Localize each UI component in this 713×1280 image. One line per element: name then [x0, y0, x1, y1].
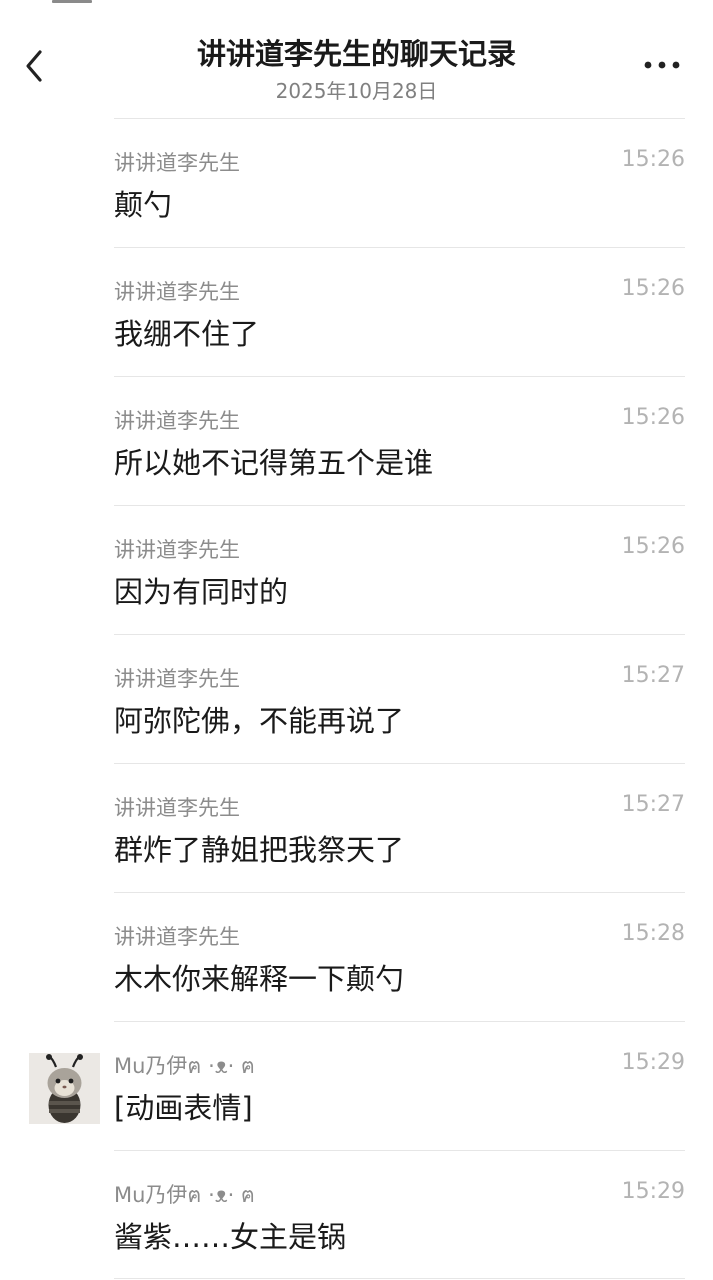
- divider: [114, 118, 685, 119]
- message-row[interactable]: 讲讲道李先生 15:26 因为有同时的: [0, 505, 713, 634]
- message-text: 我绷不住了: [114, 317, 260, 351]
- message-time: 15:29: [621, 1179, 685, 1204]
- message-time: 15:27: [621, 792, 685, 817]
- page-title: 讲讲道李先生的聊天记录: [196, 37, 516, 71]
- message-list: 讲讲道李先生 15:26 颠勺 讲讲道李先生 15:26 我绷不住了 讲讲道李先…: [0, 118, 713, 1279]
- message-text: [动画表情]: [114, 1091, 253, 1125]
- more-options-button[interactable]: [640, 50, 686, 80]
- divider: [114, 247, 685, 248]
- sender-name: 讲讲道李先生: [114, 796, 240, 820]
- message-time: 15:26: [621, 405, 685, 430]
- bee-costume-cat-avatar: [29, 1053, 100, 1124]
- message-time: 15:28: [621, 921, 685, 946]
- message-text: 酱紫……女主是锅: [114, 1220, 347, 1254]
- message-time: 15:29: [621, 1050, 685, 1075]
- message-row[interactable]: 讲讲道李先生 15:27 阿弥陀佛，不能再说了: [0, 634, 713, 763]
- divider: [114, 376, 685, 377]
- message-time: 15:26: [621, 147, 685, 172]
- avatar[interactable]: [29, 1053, 100, 1124]
- sender-name: 讲讲道李先生: [114, 925, 240, 949]
- divider: [114, 1150, 685, 1151]
- record-date: 2025年10月28日: [275, 79, 438, 103]
- message-time: 15:26: [621, 276, 685, 301]
- message-text: 所以她不记得第五个是谁: [114, 446, 434, 480]
- sender-name: 讲讲道李先生: [114, 280, 240, 304]
- sender-name: 讲讲道李先生: [114, 409, 240, 433]
- chat-record-header: 讲讲道李先生的聊天记录 2025年10月28日: [0, 0, 713, 112]
- divider: [114, 634, 685, 635]
- divider: [114, 1021, 685, 1022]
- divider: [114, 892, 685, 893]
- sender-name: Mu乃伊ฅ ·ᴥ· ฅ: [114, 1054, 255, 1078]
- sender-name: 讲讲道李先生: [114, 538, 240, 562]
- message-time: 15:27: [621, 663, 685, 688]
- message-text: 群炸了静姐把我祭天了: [114, 833, 405, 867]
- message-text: 木木你来解释一下颠勺: [114, 962, 405, 996]
- message-row[interactable]: 讲讲道李先生 15:26 我绷不住了: [0, 247, 713, 376]
- message-row[interactable]: Mu乃伊ฅ ·ᴥ· ฅ 15:29 酱紫……女主是锅: [0, 1150, 713, 1279]
- sender-name: 讲讲道李先生: [114, 151, 240, 175]
- divider: [114, 1278, 685, 1279]
- message-text: 阿弥陀佛，不能再说了: [114, 704, 405, 738]
- divider: [114, 505, 685, 506]
- message-text: 因为有同时的: [114, 575, 289, 609]
- message-row[interactable]: 讲讲道李先生 15:27 群炸了静姐把我祭天了: [0, 763, 713, 892]
- message-row[interactable]: 讲讲道李先生 15:26 颠勺: [0, 118, 713, 247]
- message-text: 颠勺: [114, 188, 173, 222]
- sender-name: 讲讲道李先生: [114, 667, 240, 691]
- message-row[interactable]: 讲讲道李先生 15:28 木木你来解释一下颠勺: [0, 892, 713, 1021]
- message-row[interactable]: 讲讲道李先生 15:26 所以她不记得第五个是谁: [0, 376, 713, 505]
- message-time: 15:26: [621, 534, 685, 559]
- more-dots-icon: [644, 61, 680, 69]
- message-row[interactable]: Mu乃伊ฅ ·ᴥ· ฅ 15:29 [动画表情]: [0, 1021, 713, 1150]
- divider: [114, 763, 685, 764]
- sender-name: Mu乃伊ฅ ·ᴥ· ฅ: [114, 1183, 255, 1207]
